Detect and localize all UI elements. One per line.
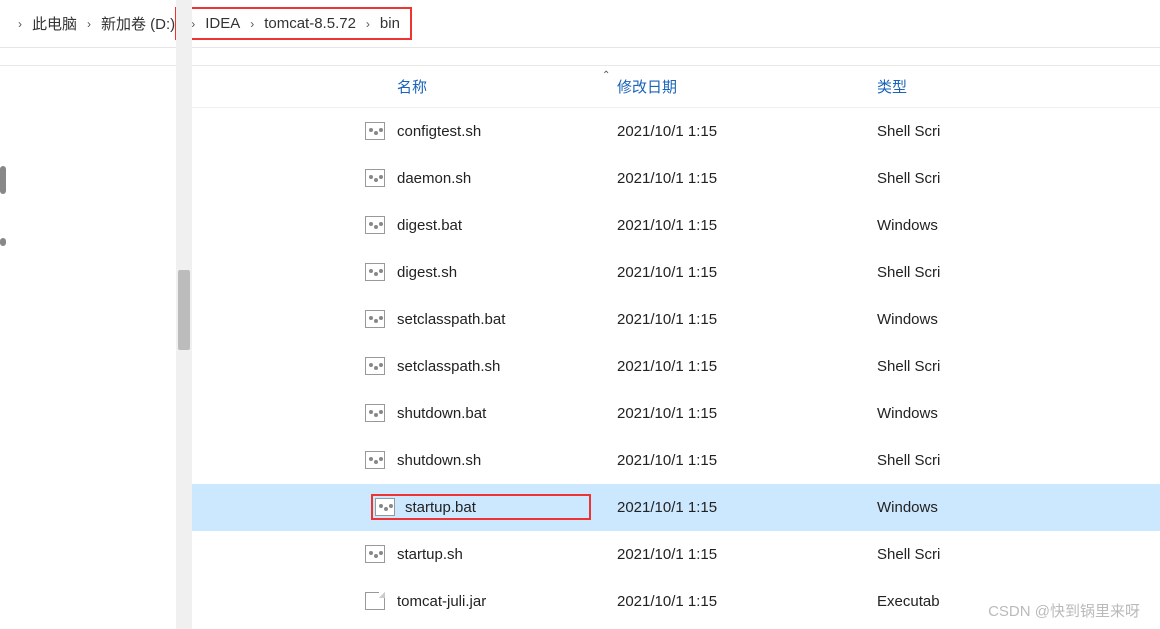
file-name: digest.sh xyxy=(397,264,617,281)
file-type: Shell Scri xyxy=(877,452,1160,469)
chevron-right-icon: › xyxy=(18,17,22,31)
file-row[interactable]: setclasspath.sh2021/10/1 1:15Shell Scri xyxy=(192,343,1160,390)
file-date: 2021/10/1 1:15 xyxy=(617,358,877,375)
file-list-pane: ⌃ 名称 修改日期 类型 configtest.sh2021/10/1 1:15… xyxy=(192,66,1160,629)
column-name[interactable]: 名称 xyxy=(192,76,617,97)
chevron-right-icon: › xyxy=(87,17,91,31)
file-row[interactable]: startup.bat 2021/10/1 1:15Windows xyxy=(192,484,1160,531)
file-type: Shell Scri xyxy=(877,123,1160,140)
file-name: tomcat-juli.jar xyxy=(397,593,617,610)
crumb-bin[interactable]: bin xyxy=(380,15,400,32)
file-name-highlight: startup.bat xyxy=(371,494,591,520)
file-row[interactable]: shutdown.sh2021/10/1 1:15Shell Scri xyxy=(192,437,1160,484)
file-type: Windows xyxy=(877,499,1160,516)
script-file-icon xyxy=(365,169,385,187)
chevron-right-icon: › xyxy=(250,17,254,31)
file-date: 2021/10/1 1:15 xyxy=(617,217,877,234)
toolbar-strip xyxy=(0,48,1160,66)
column-type[interactable]: 类型 xyxy=(877,76,1160,97)
file-type: Windows xyxy=(877,217,1160,234)
breadcrumb-highlight: › IDEA › tomcat-8.5.72 › bin xyxy=(175,7,412,40)
crumb-drive-d[interactable]: 新加卷 (D:) xyxy=(101,13,175,34)
column-headers[interactable]: ⌃ 名称 修改日期 类型 xyxy=(192,66,1160,108)
file-name: startup.bat xyxy=(405,499,476,516)
file-row[interactable]: setclasspath.bat2021/10/1 1:15Windows xyxy=(192,296,1160,343)
file-name: setclasspath.bat xyxy=(397,311,617,328)
column-date[interactable]: 修改日期 xyxy=(617,76,877,97)
file-list: configtest.sh2021/10/1 1:15Shell Scridae… xyxy=(192,108,1160,625)
file-date: 2021/10/1 1:15 xyxy=(617,593,877,610)
scrollbar-vertical[interactable] xyxy=(176,0,192,629)
tree-marker xyxy=(0,238,6,246)
file-row[interactable]: startup.sh2021/10/1 1:15Shell Scri xyxy=(192,531,1160,578)
file-name: shutdown.bat xyxy=(397,405,617,422)
file-type: Shell Scri xyxy=(877,264,1160,281)
script-file-icon xyxy=(365,216,385,234)
file-name: setclasspath.sh xyxy=(397,358,617,375)
script-file-icon xyxy=(365,263,385,281)
script-file-icon xyxy=(365,122,385,140)
file-date: 2021/10/1 1:15 xyxy=(617,452,877,469)
sort-caret-icon: ⌃ xyxy=(602,70,610,81)
script-file-icon xyxy=(365,310,385,328)
file-name: configtest.sh xyxy=(397,123,617,140)
script-file-icon xyxy=(375,498,395,516)
file-name: daemon.sh xyxy=(397,170,617,187)
file-date: 2021/10/1 1:15 xyxy=(617,499,877,516)
jar-file-icon xyxy=(365,592,385,610)
breadcrumb[interactable]: › 此电脑 › 新加卷 (D:) › IDEA › tomcat-8.5.72 … xyxy=(0,0,1160,48)
file-date: 2021/10/1 1:15 xyxy=(617,311,877,328)
file-date: 2021/10/1 1:15 xyxy=(617,170,877,187)
script-file-icon xyxy=(365,545,385,563)
file-row[interactable]: shutdown.bat2021/10/1 1:15Windows xyxy=(192,390,1160,437)
file-name: shutdown.sh xyxy=(397,452,617,469)
tree-marker xyxy=(0,166,6,194)
file-type: Windows xyxy=(877,311,1160,328)
scrollbar-thumb[interactable] xyxy=(178,270,190,350)
crumb-this-pc[interactable]: 此电脑 xyxy=(32,13,77,34)
file-type: Windows xyxy=(877,405,1160,422)
file-date: 2021/10/1 1:15 xyxy=(617,123,877,140)
file-date: 2021/10/1 1:15 xyxy=(617,546,877,563)
file-row[interactable]: configtest.sh2021/10/1 1:15Shell Scri xyxy=(192,108,1160,155)
file-type: Shell Scri xyxy=(877,358,1160,375)
file-row[interactable]: digest.bat2021/10/1 1:15Windows xyxy=(192,202,1160,249)
file-date: 2021/10/1 1:15 xyxy=(617,264,877,281)
crumb-tomcat[interactable]: tomcat-8.5.72 xyxy=(264,15,356,32)
file-type: Executab xyxy=(877,593,1160,610)
file-type: Shell Scri xyxy=(877,170,1160,187)
file-name: startup.sh xyxy=(397,546,617,563)
file-row[interactable]: daemon.sh2021/10/1 1:15Shell Scri xyxy=(192,155,1160,202)
script-file-icon xyxy=(365,357,385,375)
script-file-icon xyxy=(365,404,385,422)
file-type: Shell Scri xyxy=(877,546,1160,563)
script-file-icon xyxy=(365,451,385,469)
nav-tree-area xyxy=(0,66,172,629)
file-date: 2021/10/1 1:15 xyxy=(617,405,877,422)
file-row[interactable]: tomcat-juli.jar2021/10/1 1:15Executab xyxy=(192,578,1160,625)
file-name: digest.bat xyxy=(397,217,617,234)
crumb-idea[interactable]: IDEA xyxy=(205,15,240,32)
chevron-right-icon: › xyxy=(366,17,370,31)
file-row[interactable]: digest.sh2021/10/1 1:15Shell Scri xyxy=(192,249,1160,296)
